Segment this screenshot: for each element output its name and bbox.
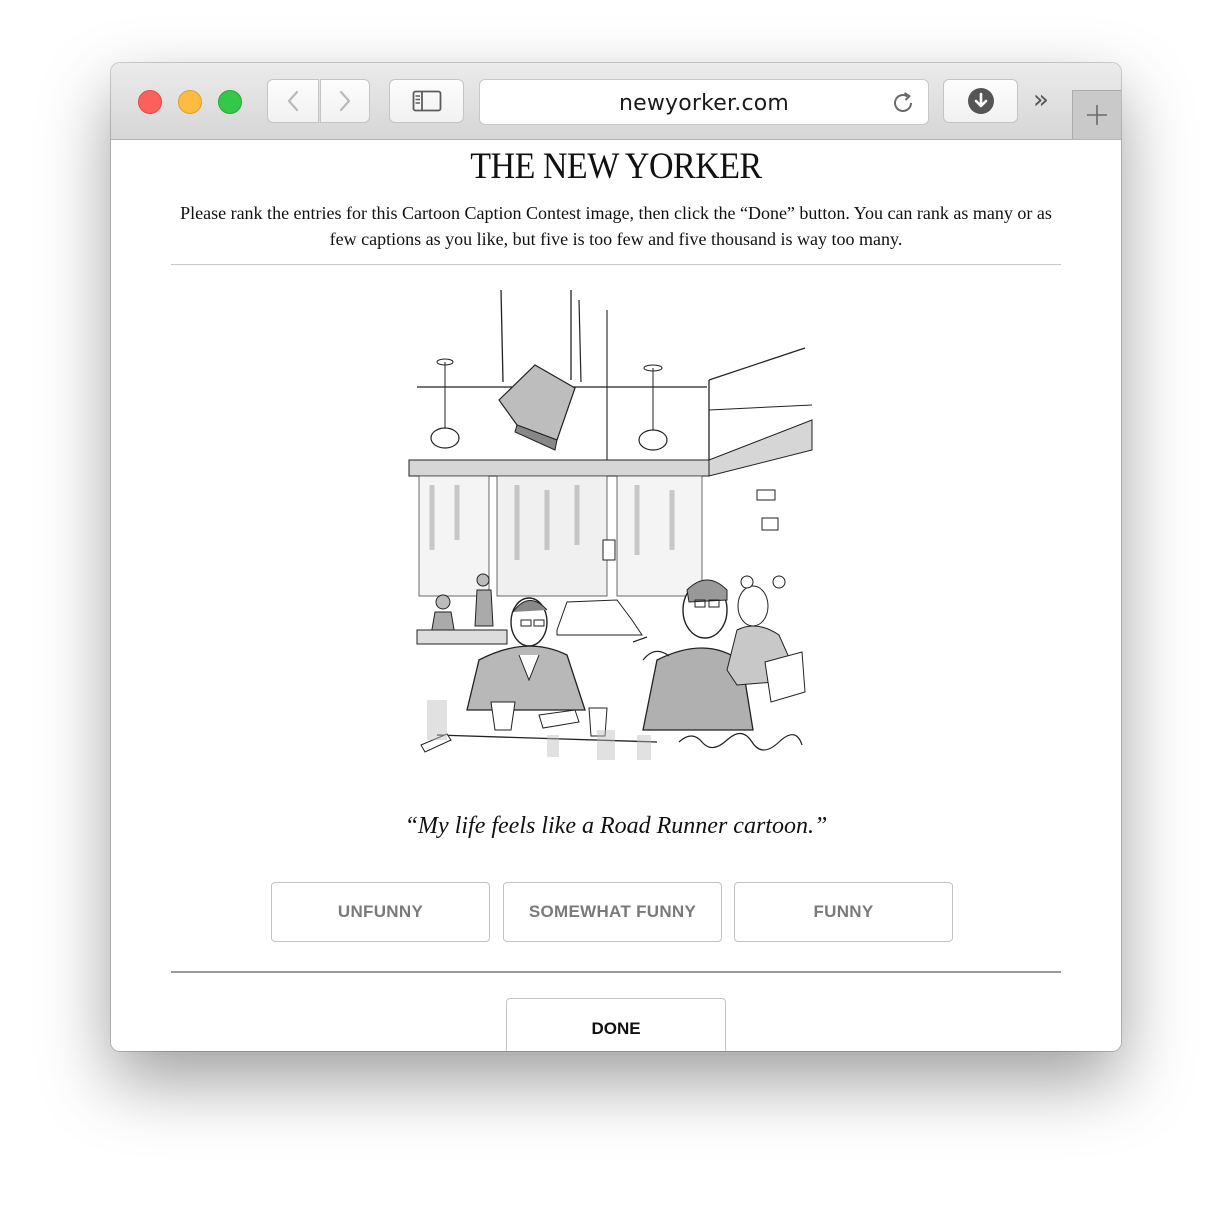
back-button[interactable] (267, 79, 319, 123)
contest-instructions: Please rank the entries for this Cartoon… (180, 203, 1052, 249)
downloads-button[interactable] (943, 79, 1018, 123)
download-icon (967, 88, 994, 114)
done-button[interactable]: DONE (506, 998, 726, 1051)
divider (171, 264, 1061, 265)
double-chevron-icon[interactable]: » (1033, 87, 1049, 113)
unfunny-button[interactable]: UNFUNNY (271, 882, 490, 942)
close-window-button[interactable] (138, 90, 162, 114)
address-text: newyorker.com (618, 91, 790, 116)
forward-button[interactable] (320, 79, 370, 123)
chevron-left-icon (287, 90, 299, 112)
browser-window: newyorker.com » THE NEW YORKER Please ra… (111, 63, 1121, 1051)
chevron-right-icon (339, 90, 351, 112)
sidebar-icon (412, 90, 441, 112)
sidebar-toggle-button[interactable] (389, 79, 464, 123)
page-content: THE NEW YORKER Please rank the entries f… (111, 140, 1121, 1051)
address-bar[interactable]: newyorker.com (479, 79, 929, 125)
minimize-window-button[interactable] (178, 90, 202, 114)
new-tab-button[interactable] (1072, 90, 1121, 139)
divider (171, 971, 1061, 973)
maximize-window-button[interactable] (218, 90, 242, 114)
reload-icon[interactable] (890, 90, 916, 116)
funny-button[interactable]: FUNNY (734, 882, 953, 942)
masthead-logo[interactable]: THE NEW YORKER (111, 146, 1121, 188)
cartoon-image (408, 290, 813, 760)
caption-text: “My life feels like a Road Runner cartoo… (404, 813, 828, 839)
browser-toolbar: newyorker.com » (111, 63, 1121, 140)
somewhat-funny-button[interactable]: SOMEWHAT FUNNY (503, 882, 722, 942)
plus-icon (1087, 105, 1107, 125)
